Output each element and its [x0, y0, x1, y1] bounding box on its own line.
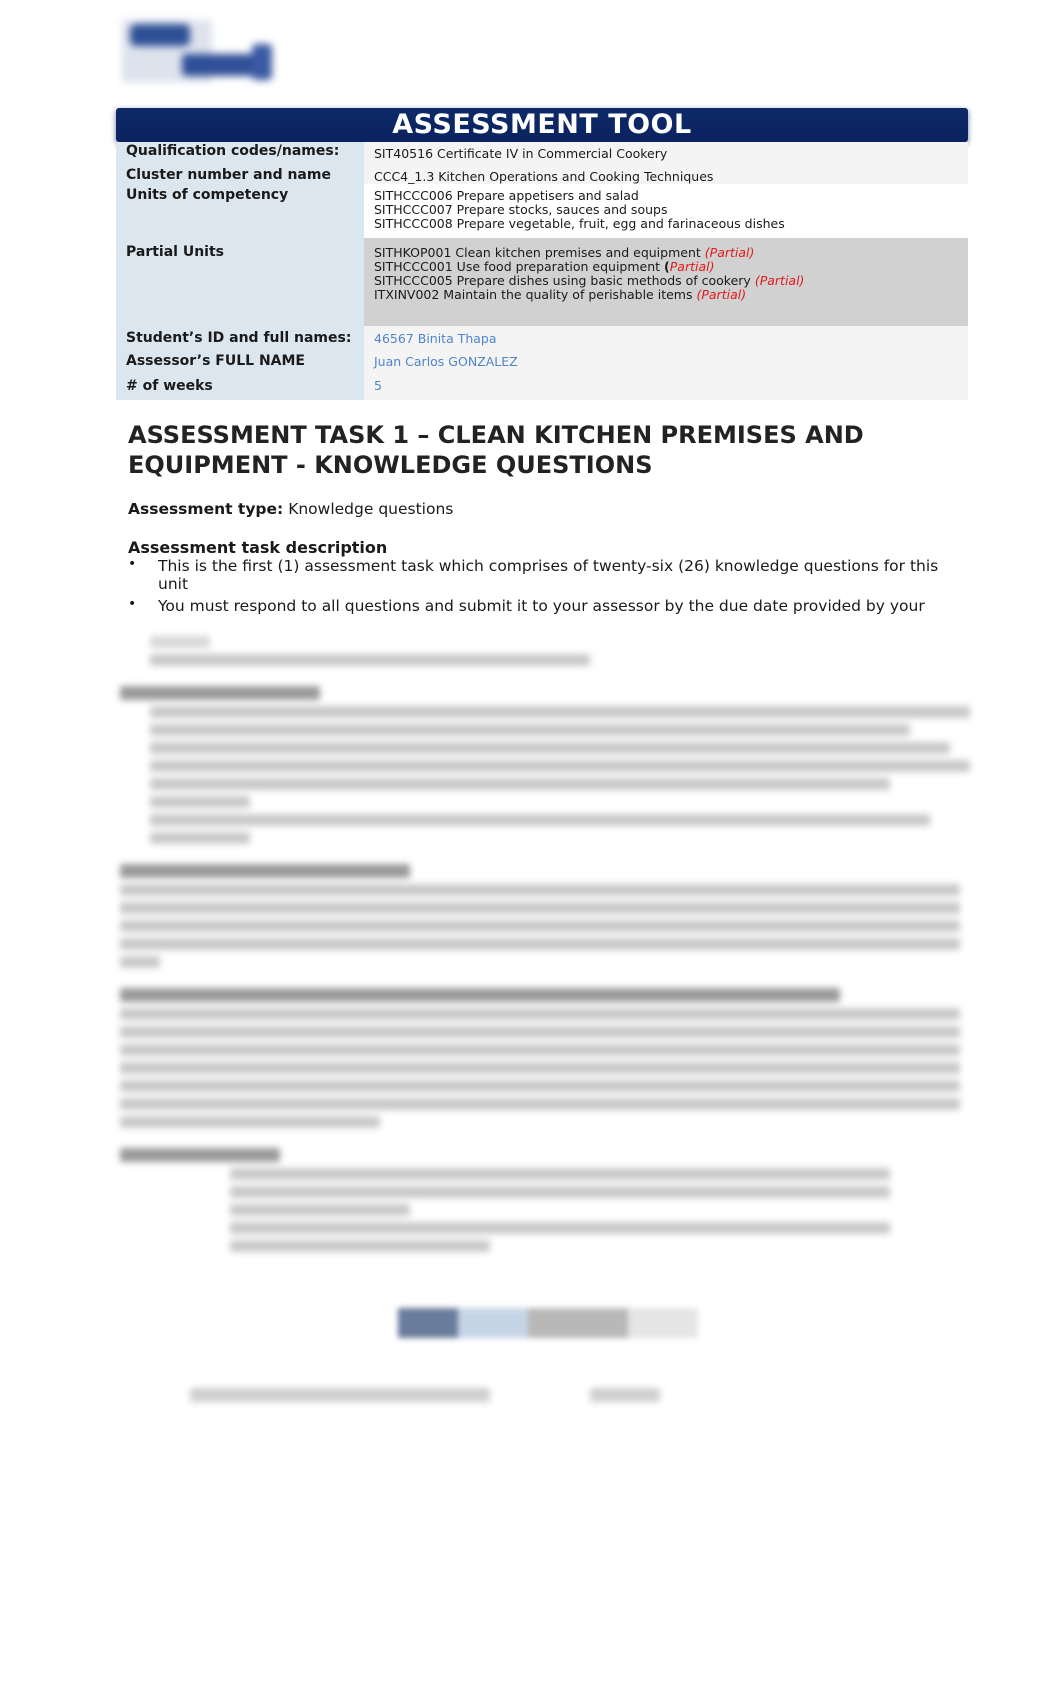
- assessor-value: Juan Carlos GONZALEZ: [364, 350, 968, 374]
- assessor-row: Assessor’s FULL NAME Juan Carlos GONZALE…: [116, 350, 968, 374]
- partial-tag: Partial: [709, 245, 750, 260]
- partial-tag: Partial: [669, 259, 710, 274]
- partial-tag: Partial: [759, 273, 800, 288]
- assessment-type-label: Assessment type:: [128, 500, 284, 518]
- task-description-heading: Assessment task description: [128, 538, 388, 557]
- units-label: Units of competency: [116, 184, 364, 238]
- qualification-value: SIT40516 Certificate IV in Commercial Co…: [364, 142, 968, 166]
- cluster-label: Cluster number and name: [116, 166, 364, 184]
- blurred-content: [120, 636, 980, 1258]
- partial-unit-item: SITHCCC005 Prepare dishes using basic me…: [374, 273, 805, 288]
- weeks-label: # of weeks: [116, 374, 364, 400]
- partial-unit-item: SITHKOP001 Clean kitchen premises and eq…: [374, 245, 755, 260]
- assessment-tool-banner: ASSESSMENT TOOL: [116, 108, 968, 142]
- student-label: Student’s ID and full names:: [116, 326, 364, 350]
- qualification-label: Qualification codes/names:: [116, 142, 364, 166]
- list-item: This is the first (1) assessment task wh…: [128, 555, 968, 593]
- assessment-type-value: Knowledge questions: [288, 500, 454, 518]
- partial-units-row: Partial Units SITHKOP001 Clean kitchen p…: [116, 238, 968, 326]
- unit-item: SITHCCC008 Prepare vegetable, fruit, egg…: [374, 216, 785, 231]
- student-value: 46567 Binita Thapa: [364, 326, 968, 350]
- institution-logo-icon: [122, 16, 272, 82]
- partial-unit-item: ITXINV002 Maintain the quality of perish…: [374, 287, 747, 302]
- blurred-footer: [190, 1388, 730, 1404]
- units-value: SITHCCC006 Prepare appetisers and salad …: [364, 184, 968, 238]
- student-row: Student’s ID and full names: 46567 Binit…: [116, 326, 968, 350]
- cluster-value: CCC4_1.3 Kitchen Operations and Cooking …: [364, 166, 968, 184]
- partial-units-value: SITHKOP001 Clean kitchen premises and eq…: [364, 238, 968, 326]
- assessment-tool-table: ASSESSMENT TOOL Qualification codes/name…: [116, 108, 968, 400]
- task-title: ASSESSMENT TASK 1 – CLEAN KITCHEN PREMIS…: [128, 421, 864, 479]
- list-item: You must respond to all questions and su…: [128, 595, 968, 615]
- assessor-label: Assessor’s FULL NAME: [116, 350, 364, 374]
- cluster-row: Cluster number and name CCC4_1.3 Kitchen…: [116, 166, 968, 184]
- assessment-type: Assessment type: Knowledge questions: [128, 500, 453, 518]
- weeks-value: 5: [364, 374, 968, 400]
- qualification-row: Qualification codes/names: SIT40516 Cert…: [116, 142, 968, 166]
- units-row: Units of competency SITHCCC006 Prepare a…: [116, 184, 968, 238]
- unit-item: SITHCCC007 Prepare stocks, sauces and so…: [374, 202, 668, 217]
- weeks-row: # of weeks 5: [116, 374, 968, 400]
- partial-tag: Partial: [701, 287, 742, 302]
- task-description-list: This is the first (1) assessment task wh…: [128, 555, 968, 619]
- partial-units-label: Partial Units: [116, 238, 364, 326]
- partial-unit-item: SITHCCC001 Use food preparation equipmen…: [374, 259, 715, 274]
- blurred-button-bar: [398, 1308, 698, 1338]
- unit-item: SITHCCC006 Prepare appetisers and salad: [374, 188, 639, 203]
